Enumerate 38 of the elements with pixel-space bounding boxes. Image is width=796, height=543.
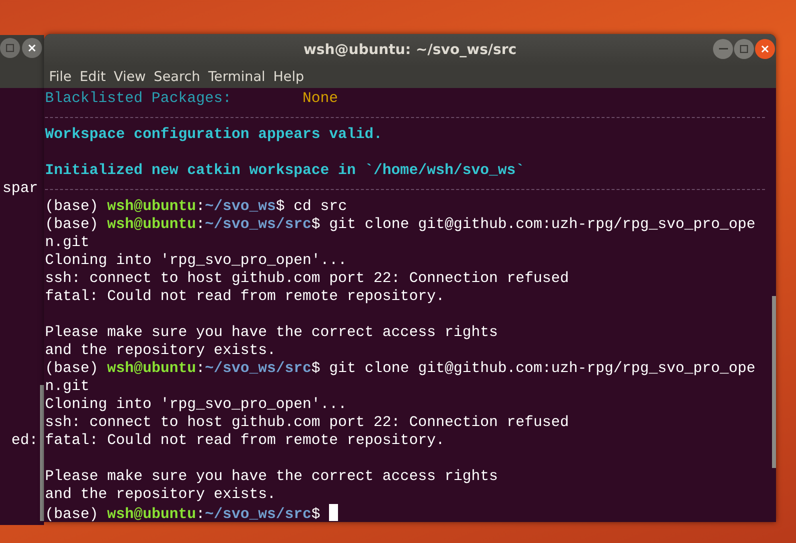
- terminal-line: Initialized new catkin workspace in `/home/wsh/svo_ws`: [45, 163, 524, 179]
- maximize-icon: [740, 45, 748, 53]
- terminal-line: Blacklisted Packages: None: [45, 91, 338, 107]
- close-button[interactable]: [755, 39, 775, 59]
- window-title: wsh@ubuntu: ~/svo_ws/src: [303, 40, 517, 60]
- terminal-line: Please make sure you have the correct access rights: [45, 325, 498, 341]
- menu-item[interactable]: Edit: [76, 66, 110, 88]
- scrollbar[interactable]: [772, 296, 776, 468]
- terminal-line: fatal: Could not read from remote repository.: [45, 433, 445, 449]
- terminal-line: n.git: [45, 379, 90, 395]
- terminal-text: ed:: [11, 432, 38, 450]
- terminal-line: (base) wsh@ubuntu:~/svo_ws/src$ git clone git@github.com:uzh-rpg/rpg_svo_pro_ope: [45, 361, 756, 377]
- menu-item[interactable]: Search: [150, 66, 204, 88]
- menu-item[interactable]: File: [45, 66, 76, 88]
- terminal-line: and the repository exists.: [45, 343, 276, 359]
- scrollbar[interactable]: [40, 385, 44, 521]
- maximize-icon: [6, 44, 14, 52]
- terminal-line: n.git: [45, 235, 90, 251]
- menu-item[interactable]: Help: [269, 66, 308, 88]
- terminal-line: (base) wsh@ubuntu:~/svo_ws/src$: [45, 507, 322, 522]
- terminal-line: Workspace configuration appears valid.: [45, 127, 382, 143]
- terminal-line: (base) wsh@ubuntu:~/svo_ws/src$ git clone git@github.com:uzh-rpg/rpg_svo_pro_ope: [45, 217, 756, 233]
- close-button[interactable]: [22, 38, 42, 58]
- terminal-line: and the repository exists.: [45, 487, 276, 503]
- minimize-button[interactable]: [713, 39, 733, 59]
- terminal-line: fatal: Could not read from remote repository.: [45, 289, 445, 305]
- terminal-line: Cloning into 'rpg_svo_pro_open'...: [45, 397, 347, 413]
- close-icon: [28, 44, 36, 52]
- terminal-line: Cloning into 'rpg_svo_pro_open'...: [45, 253, 347, 269]
- terminal-line: ssh: connect to host github.com port 22: Connection refused: [45, 415, 569, 431]
- menu-item[interactable]: Terminal: [204, 66, 270, 88]
- terminal-line: ssh: connect to host github.com port 22: Connection refused: [45, 271, 569, 287]
- terminal-text: spar: [2, 180, 38, 198]
- terminal-line: Please make sure you have the correct access rights: [45, 469, 498, 485]
- menu-item[interactable]: View: [110, 66, 150, 88]
- terminal-line: (base) wsh@ubuntu:~/svo_ws$ cd src: [45, 199, 347, 215]
- close-icon: [761, 45, 769, 53]
- minimize-icon: [718, 48, 728, 50]
